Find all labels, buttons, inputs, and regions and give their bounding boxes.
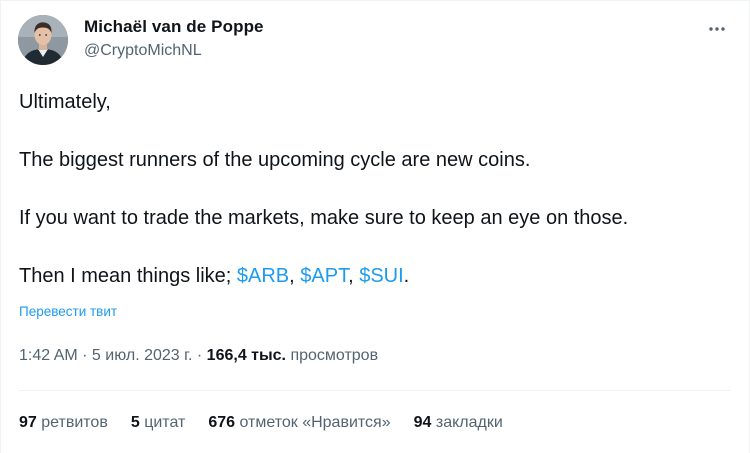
engagement-stats: 97 ретвитов 5 цитат 676 отметок «Нравитс… bbox=[19, 412, 526, 434]
stat-number: 676 bbox=[208, 414, 236, 431]
stat-label: закладки bbox=[435, 414, 503, 431]
cashtag-link[interactable]: $SUI bbox=[359, 265, 403, 287]
tweet-line-cashtags: Then I mean things like; $ARB, $APT, $SU… bbox=[19, 262, 719, 290]
stat-label: цитат bbox=[144, 414, 186, 431]
tweet-card: Michaël van de Poppe @CryptoMichNL Ultim… bbox=[0, 0, 750, 453]
cashtag-link[interactable]: $APT bbox=[300, 265, 348, 287]
author-block: Michaël van de Poppe @CryptoMichNL bbox=[84, 16, 264, 62]
tweet-line: The biggest runners of the upcoming cycl… bbox=[19, 149, 531, 171]
tweet-line-suffix: . bbox=[403, 265, 410, 287]
tweet-date-link[interactable]: 5 июл. 2023 г. bbox=[92, 347, 193, 364]
top-border bbox=[0, 0, 750, 1]
stat-label: ретвитов bbox=[41, 414, 108, 431]
stat-label: отметок «Нравится» bbox=[239, 414, 391, 431]
tweet-meta: 1:42 AM · 5 июл. 2023 г. · 166,4 тыс. пр… bbox=[19, 345, 378, 367]
tweet-text: Ultimately, The biggest runners of the u… bbox=[19, 88, 719, 290]
stat-bookmarks[interactable]: 94 закладки bbox=[414, 412, 503, 434]
meta-separator: · bbox=[192, 347, 207, 364]
stat-likes[interactable]: 676 отметок «Нравится» bbox=[208, 412, 390, 434]
views-label: просмотров bbox=[286, 347, 379, 364]
avatar-image bbox=[18, 15, 68, 65]
stat-quotes[interactable]: 5 цитат bbox=[131, 412, 185, 434]
tweet-time-link[interactable]: 1:42 AM bbox=[19, 347, 78, 364]
stat-number: 97 bbox=[19, 414, 37, 431]
tweet-line: If you want to trade the markets, make s… bbox=[19, 207, 629, 229]
stat-number: 5 bbox=[130, 414, 140, 431]
cashtag-link[interactable]: $ARB bbox=[237, 265, 289, 287]
stat-retweets[interactable]: 97 ретвитов bbox=[19, 412, 108, 434]
separator: , bbox=[289, 265, 301, 287]
author-name[interactable]: Michaël van de Poppe bbox=[84, 16, 264, 38]
more-options-button[interactable] bbox=[706, 18, 728, 40]
divider bbox=[19, 390, 731, 391]
stat-number: 94 bbox=[413, 414, 432, 431]
left-border bbox=[0, 0, 1, 453]
tweet-line: Ultimately, bbox=[19, 91, 111, 113]
avatar[interactable] bbox=[18, 15, 68, 65]
translate-tweet-link[interactable]: Перевести твит bbox=[19, 304, 117, 319]
views-count: 166,4 тыс. bbox=[206, 347, 286, 364]
more-horizontal-icon bbox=[709, 27, 725, 31]
tweet-line-prefix: Then I mean things like; bbox=[19, 265, 237, 287]
separator: , bbox=[348, 265, 360, 287]
author-handle[interactable]: @CryptoMichNL bbox=[84, 40, 264, 62]
meta-separator: · bbox=[77, 347, 92, 364]
